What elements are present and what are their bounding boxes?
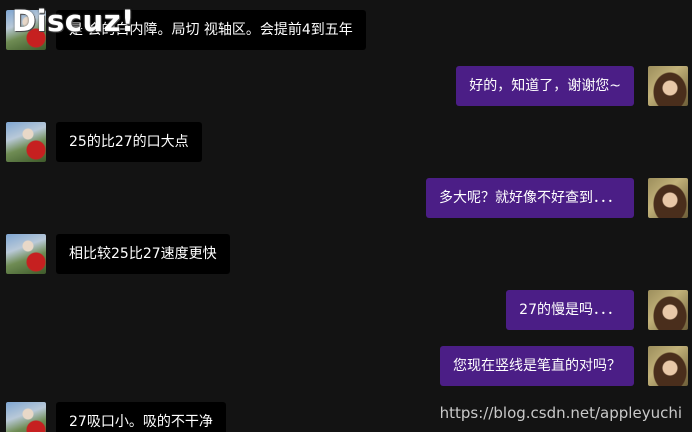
message-row-left: 相比较25比27速度更快 xyxy=(6,234,406,274)
message-bubble: 25的比27的口大点 xyxy=(56,122,202,162)
watermark-url: https://blog.csdn.net/appleyuchi xyxy=(439,404,682,422)
message-bubble: 相比较25比27速度更快 xyxy=(56,234,230,274)
message-bubble: 27吸口小。吸的不干净 xyxy=(56,402,226,432)
message-bubble: 多大呢？就好像不好查到．．． xyxy=(426,178,634,218)
user-avatar[interactable] xyxy=(648,178,688,218)
user-avatar[interactable] xyxy=(648,346,688,386)
doctor-avatar[interactable] xyxy=(6,234,46,274)
user-avatar[interactable] xyxy=(648,66,688,106)
message-bubble: 您现在竖线是笔直的对吗？ xyxy=(440,346,634,386)
message-row-right: 27的慢是吗．．． xyxy=(288,290,688,330)
doctor-avatar[interactable] xyxy=(6,122,46,162)
user-avatar[interactable] xyxy=(648,290,688,330)
message-row-right: 好的，知道了，谢谢您~ xyxy=(288,66,688,106)
discuz-logo: Discuz! xyxy=(12,4,135,38)
message-row-left: 25的比27的口大点 xyxy=(6,122,406,162)
doctor-avatar[interactable] xyxy=(6,402,46,432)
message-bubble: 27的慢是吗．．． xyxy=(506,290,634,330)
message-row-left: 27吸口小。吸的不干净 xyxy=(6,402,406,432)
message-row-right: 您现在竖线是笔直的对吗？ xyxy=(288,346,688,386)
message-bubble: 好的，知道了，谢谢您~ xyxy=(456,66,634,106)
chat-window: 是 会的白内障。局切 视轴区。会提前4到五年 好的，知道了，谢谢您~ 25的比2… xyxy=(0,0,692,432)
message-row-right: 多大呢？就好像不好查到．．． xyxy=(288,178,688,218)
